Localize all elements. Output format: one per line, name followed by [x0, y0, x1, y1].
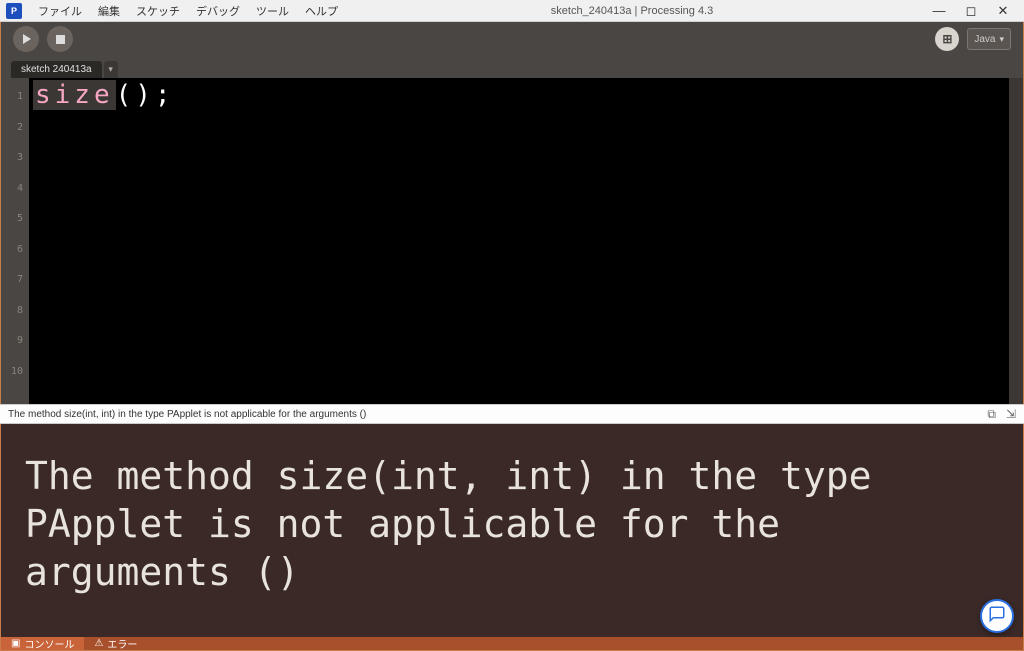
console-icon: ▣ — [11, 638, 20, 649]
collapse-icon[interactable]: ⇲ — [1006, 407, 1016, 422]
menu-item-edit[interactable]: 編集 — [90, 3, 128, 19]
line-number-gutter: 1 2 3 4 5 6 7 8 9 10 — [1, 78, 29, 404]
tab-dropdown-button[interactable]: ▾ — [104, 61, 118, 78]
code-rest: (); — [116, 80, 175, 110]
vertical-scrollbar[interactable] — [1009, 78, 1023, 404]
line-number: 5 — [1, 204, 23, 235]
window-controls: — ◻ ✕ — [918, 4, 1024, 18]
status-bar: The method size(int, int) in the type PA… — [0, 404, 1024, 424]
line-number: 9 — [1, 326, 23, 357]
play-icon — [23, 34, 31, 44]
code-line: size(); — [33, 80, 175, 110]
help-badge[interactable] — [980, 599, 1014, 633]
tab-bar: sketch 240413a ▾ — [0, 56, 1024, 78]
editor: 1 2 3 4 5 6 7 8 9 10 size(); — [0, 78, 1024, 404]
tab-label: sketch 240413a — [21, 64, 92, 75]
tab-console[interactable]: ▣ コンソール — [1, 637, 84, 650]
tab-sketch[interactable]: sketch 240413a — [11, 61, 102, 78]
close-button[interactable]: ✕ — [996, 4, 1010, 18]
tab-console-label: コンソール — [24, 636, 74, 651]
tab-errors-label: エラー — [107, 636, 137, 651]
line-number: 6 — [1, 235, 23, 266]
status-message: The method size(int, int) in the type PA… — [8, 409, 366, 420]
line-number: 8 — [1, 296, 23, 327]
menu-item-tools[interactable]: ツール — [248, 3, 297, 19]
maximize-button[interactable]: ◻ — [964, 4, 978, 18]
copy-icon[interactable]: ⧉ — [987, 407, 996, 422]
code-text-area[interactable]: size(); — [29, 78, 1009, 404]
toolbar: ⊞ Java — [0, 22, 1024, 56]
menubar: P ファイル 編集 スケッチ デバッグ ツール ヘルプ sketch_24041… — [0, 0, 1024, 22]
language-label: Java — [974, 34, 995, 45]
menu-item-debug[interactable]: デバッグ — [188, 3, 248, 19]
code-keyword: size — [33, 80, 116, 110]
line-number: 2 — [1, 113, 23, 144]
run-button[interactable] — [13, 26, 39, 52]
menu-item-sketch[interactable]: スケッチ — [128, 3, 188, 19]
line-number: 1 — [1, 82, 23, 113]
stop-icon — [56, 35, 65, 44]
window-title: sketch_240413a | Processing 4.3 — [346, 5, 918, 17]
line-number: 7 — [1, 265, 23, 296]
line-number: 3 — [1, 143, 23, 174]
console-output[interactable]: The method size(int, int) in the type PA… — [0, 424, 1024, 637]
butterfly-icon: ⊞ — [942, 32, 952, 46]
bottom-tab-bar: ▣ コンソール ⚠ エラー — [0, 637, 1024, 651]
language-select[interactable]: Java — [967, 28, 1011, 50]
line-number: 10 — [1, 357, 23, 388]
stop-button[interactable] — [47, 26, 73, 52]
warning-icon: ⚠ — [94, 638, 103, 649]
app-icon: P — [6, 3, 22, 19]
debug-toggle-button[interactable]: ⊞ — [935, 27, 959, 51]
menu-item-help[interactable]: ヘルプ — [297, 3, 346, 19]
menu-item-file[interactable]: ファイル — [30, 3, 90, 19]
minimize-button[interactable]: — — [932, 4, 946, 18]
tab-errors[interactable]: ⚠ エラー — [84, 637, 147, 650]
help-icon — [988, 605, 1006, 628]
line-number: 4 — [1, 174, 23, 205]
